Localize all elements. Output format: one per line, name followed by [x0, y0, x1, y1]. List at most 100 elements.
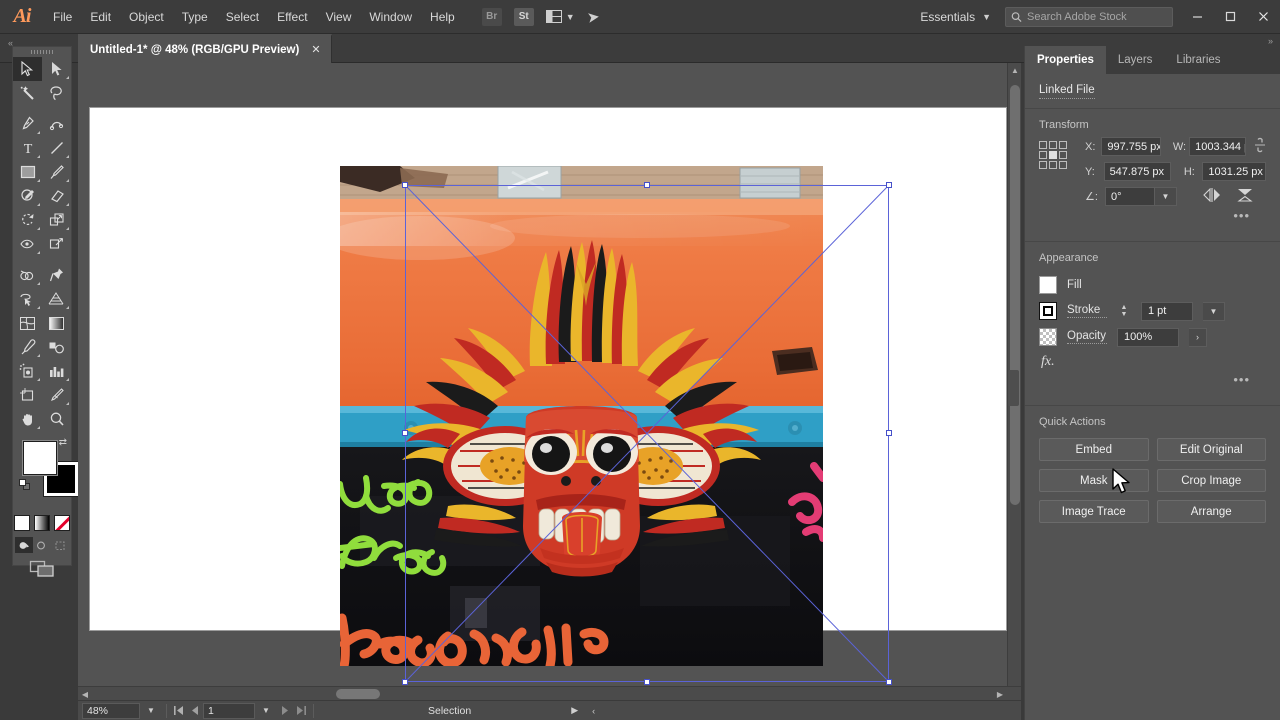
- bridge-icon[interactable]: Br: [481, 7, 502, 26]
- pen-tool[interactable]: [13, 112, 42, 136]
- swap-fill-stroke-icon[interactable]: ⇄: [59, 437, 67, 448]
- ref-point[interactable]: [1059, 151, 1067, 159]
- angle-dropdown-button[interactable]: ▼: [1155, 187, 1177, 206]
- selection-handle[interactable]: [402, 679, 408, 685]
- gradient-tool[interactable]: [42, 311, 71, 335]
- mesh-tool[interactable]: [13, 311, 42, 335]
- minimize-button[interactable]: [1181, 0, 1214, 34]
- last-artboard-button[interactable]: [293, 703, 309, 719]
- status-back-button[interactable]: ‹: [592, 706, 595, 716]
- fill-swatch[interactable]: [1039, 276, 1057, 294]
- crop-image-button[interactable]: Crop Image: [1156, 469, 1266, 492]
- none-button[interactable]: [54, 515, 70, 531]
- opacity-field[interactable]: 100%: [1117, 327, 1179, 347]
- workspace-switcher[interactable]: Essentials ▼: [914, 10, 997, 24]
- ref-point-center[interactable]: [1049, 151, 1057, 159]
- ref-point[interactable]: [1039, 141, 1047, 149]
- arrange-button[interactable]: Arrange: [1156, 500, 1266, 523]
- width-tool[interactable]: [13, 232, 42, 256]
- scroll-left-icon[interactable]: ◀: [78, 687, 92, 700]
- ref-point[interactable]: [1059, 141, 1067, 149]
- horizontal-scrollbar[interactable]: ◀ ▶: [78, 686, 1021, 700]
- gradient-button[interactable]: [34, 515, 50, 531]
- menu-help[interactable]: Help: [421, 0, 464, 34]
- zoom-level-field[interactable]: 48%: [82, 702, 140, 719]
- scroll-right-icon[interactable]: ▶: [993, 687, 1007, 700]
- ref-point[interactable]: [1039, 151, 1047, 159]
- menu-type[interactable]: Type: [173, 0, 217, 34]
- rocket-icon[interactable]: ➤: [585, 7, 601, 27]
- menu-edit[interactable]: Edit: [81, 0, 120, 34]
- maximize-button[interactable]: [1214, 0, 1247, 34]
- menu-file[interactable]: File: [44, 0, 81, 34]
- ref-point[interactable]: [1039, 161, 1047, 169]
- menu-window[interactable]: Window: [360, 0, 421, 34]
- placed-image[interactable]: [340, 166, 823, 666]
- reference-point-selector[interactable]: [1039, 141, 1067, 169]
- ref-point[interactable]: [1049, 161, 1057, 169]
- scale-tool[interactable]: [42, 208, 71, 232]
- menu-object[interactable]: Object: [120, 0, 173, 34]
- direct-selection-tool[interactable]: [42, 57, 71, 81]
- embed-button[interactable]: Embed: [1039, 438, 1149, 461]
- opacity-label[interactable]: Opacity: [1067, 330, 1107, 344]
- eraser-tool[interactable]: [42, 184, 71, 208]
- draw-behind-button[interactable]: [33, 537, 51, 553]
- effects-button[interactable]: fx.: [1039, 350, 1266, 370]
- stroke-weight-stepper[interactable]: ▲ ▼: [1117, 301, 1131, 321]
- y-field[interactable]: 547.875 px: [1103, 162, 1171, 181]
- opacity-swatch[interactable]: [1039, 328, 1057, 346]
- artboard[interactable]: [90, 108, 1006, 666]
- stroke-label[interactable]: Stroke: [1067, 304, 1107, 318]
- tools-panel-grip[interactable]: [13, 47, 71, 57]
- tab-properties[interactable]: Properties: [1025, 46, 1106, 74]
- search-input[interactable]: [1027, 10, 1167, 23]
- curvature-tool[interactable]: [42, 112, 71, 136]
- canvas-area[interactable]: WTL ▲ ▼ ◀ ▶: [78, 63, 1021, 700]
- perspective-grid-tool[interactable]: [42, 287, 71, 311]
- appearance-more-options-button[interactable]: •••: [1039, 370, 1266, 393]
- paintbrush-tool[interactable]: [42, 160, 71, 184]
- screen-mode-button[interactable]: [13, 560, 71, 578]
- x-field[interactable]: 997.755 px: [1101, 137, 1162, 156]
- shape-builder-tool[interactable]: [13, 263, 42, 287]
- hand-tool[interactable]: [13, 407, 42, 431]
- ref-point[interactable]: [1049, 141, 1057, 149]
- type-tool[interactable]: T: [13, 136, 42, 160]
- shaper-tool[interactable]: [13, 184, 42, 208]
- artboard-number-field[interactable]: 1: [203, 702, 255, 719]
- link-dimensions-icon[interactable]: [1254, 137, 1266, 156]
- symbol-sprayer-tool[interactable]: [13, 359, 42, 383]
- close-button[interactable]: [1247, 0, 1280, 34]
- stroke-swatch[interactable]: [1039, 302, 1057, 320]
- stock-search-box[interactable]: [1005, 6, 1173, 27]
- blend-tool[interactable]: [42, 335, 71, 359]
- draw-normal-button[interactable]: [15, 537, 33, 553]
- line-segment-tool[interactable]: [42, 136, 71, 160]
- lasso-tool[interactable]: [42, 81, 71, 105]
- artboard-dropdown-button[interactable]: ▼: [255, 702, 277, 719]
- eyedropper-tool[interactable]: [13, 335, 42, 359]
- transform-more-options-button[interactable]: •••: [1039, 206, 1266, 229]
- flip-horizontal-button[interactable]: [1203, 187, 1221, 205]
- ref-point[interactable]: [1059, 161, 1067, 169]
- image-trace-button[interactable]: Image Trace: [1039, 500, 1149, 523]
- selection-handle[interactable]: [644, 679, 650, 685]
- previous-artboard-button[interactable]: [187, 703, 203, 719]
- scroll-up-icon[interactable]: ▲: [1008, 63, 1021, 77]
- stroke-weight-field[interactable]: 1 pt: [1141, 301, 1193, 321]
- free-transform-tool[interactable]: [42, 232, 71, 256]
- zoom-dropdown-button[interactable]: ▼: [140, 702, 162, 719]
- stroke-weight-dropdown-button[interactable]: ▼: [1203, 301, 1225, 321]
- status-menu-button[interactable]: ▶: [571, 705, 578, 716]
- opacity-options-button[interactable]: ›: [1189, 327, 1207, 347]
- color-button[interactable]: [14, 515, 30, 531]
- stock-icon[interactable]: St: [513, 7, 534, 26]
- menu-effect[interactable]: Effect: [268, 0, 316, 34]
- next-artboard-button[interactable]: [277, 703, 293, 719]
- arrange-documents-button[interactable]: ▼: [545, 10, 575, 23]
- first-artboard-button[interactable]: [171, 703, 187, 719]
- tab-libraries[interactable]: Libraries: [1164, 46, 1232, 74]
- perspective-selection-tool[interactable]: [13, 287, 42, 311]
- artboard-tool[interactable]: [13, 383, 42, 407]
